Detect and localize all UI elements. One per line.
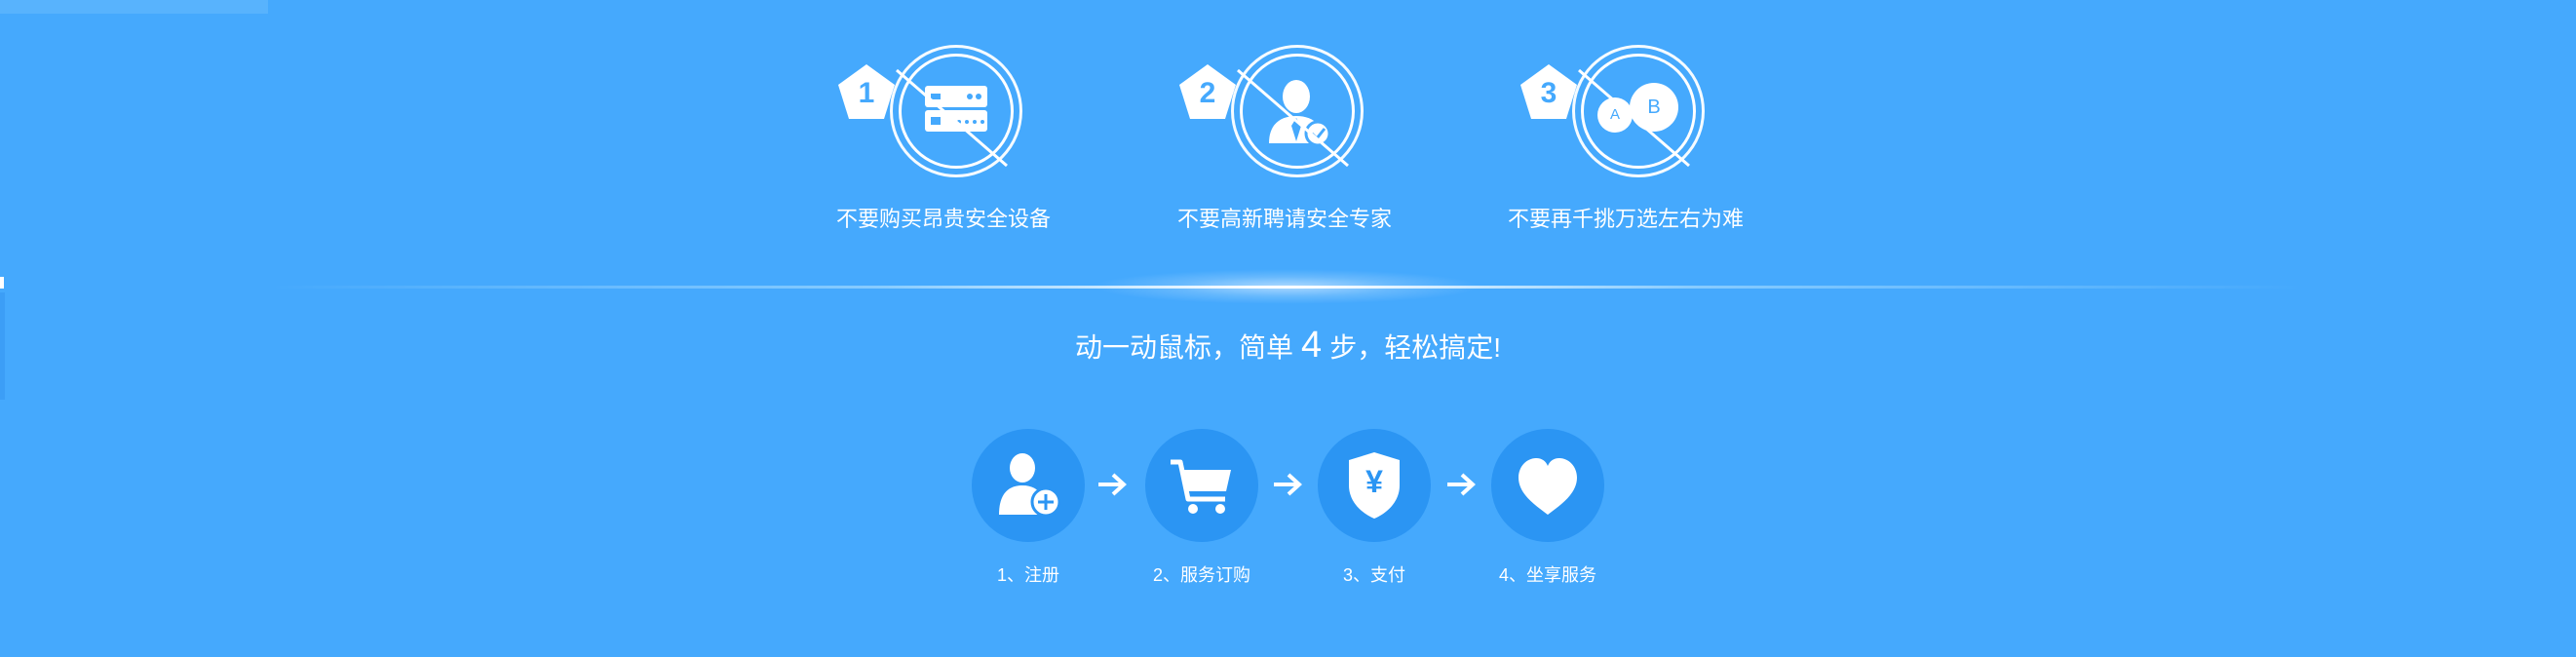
feature-no-expert: 2 不要高新聘请安全专家	[1177, 39, 1431, 244]
cart-icon	[1171, 459, 1231, 514]
step-label: 2、服务订购	[1152, 565, 1250, 585]
feature-number: 1	[858, 77, 875, 109]
step-payment[interactable]: ¥ 3、支付	[1318, 429, 1431, 595]
step-label: 1、注册	[996, 565, 1059, 585]
step-label: 4、坐享服务	[1498, 565, 1596, 585]
choice-icon: A B	[1581, 54, 1696, 169]
edge-marker	[0, 277, 4, 289]
glow-divider	[273, 286, 2300, 289]
expert-icon	[1269, 80, 1331, 147]
corner-tab	[0, 0, 268, 14]
step-label: 3、支付	[1342, 565, 1405, 585]
step-enjoy-service[interactable]: 4、坐享服务	[1491, 429, 1604, 595]
arrow-right-icon	[1447, 473, 1476, 496]
feature-caption: 不要高新聘请安全专家	[1176, 207, 1392, 231]
tagline: 动一动鼠标，简单 4 步，轻松搞定!	[0, 326, 2576, 367]
tagline-before: 动一动鼠标，简单	[1075, 332, 1294, 363]
feature-caption: 不要购买昂贵安全设备	[835, 207, 1051, 231]
server-icon	[925, 86, 987, 132]
step-circle	[1145, 429, 1258, 542]
step-circle	[1491, 429, 1604, 542]
arrow-right-icon	[1098, 473, 1127, 496]
tagline-step-count: 4	[1301, 325, 1323, 366]
feature-number: 2	[1199, 77, 1216, 109]
tagline-after: 步，轻松搞定!	[1329, 332, 1501, 363]
arrow-right-icon	[1274, 473, 1302, 496]
choice-a-circle: A	[1597, 97, 1633, 133]
user-add-icon	[999, 453, 1061, 518]
heart-icon	[1519, 458, 1577, 515]
choice-a-label: A	[1609, 106, 1620, 123]
feature-caption: 不要再千挑万选左右为难	[1507, 207, 1744, 231]
choice-b-circle: B	[1630, 83, 1678, 132]
step-register[interactable]: 1、注册	[972, 429, 1085, 595]
step-order-service[interactable]: 2、服务订购	[1145, 429, 1258, 595]
choice-b-label: B	[1647, 97, 1661, 118]
yen-symbol: ¥	[1365, 464, 1383, 499]
step-circle: ¥	[1318, 429, 1431, 542]
feature-number: 3	[1540, 77, 1557, 109]
step-circle	[972, 429, 1085, 542]
feature-no-hardware: 1 不要购买昂贵安全设备	[836, 39, 1090, 244]
feature-no-dilemma: A B 3 不要再千挑万选左右为难	[1508, 39, 1772, 244]
